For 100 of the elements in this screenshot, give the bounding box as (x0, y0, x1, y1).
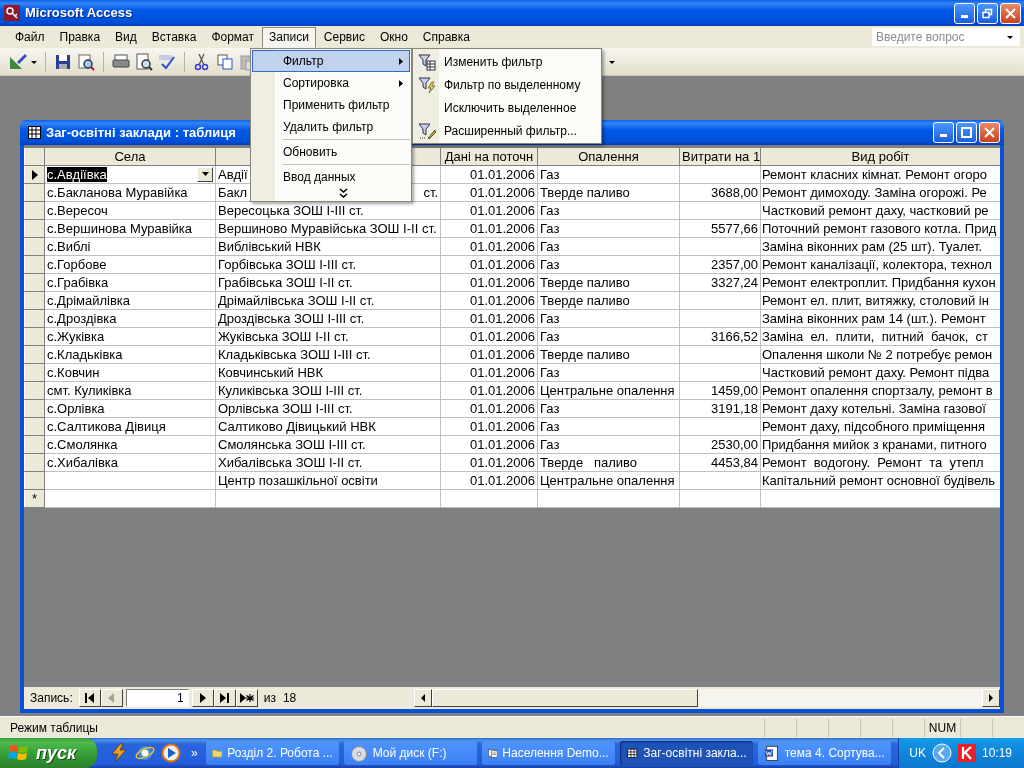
table-cell: 2357,00 (679, 255, 761, 274)
table-cell: 01.01.2006 (440, 255, 538, 274)
minimize-button[interactable] (954, 2, 975, 24)
table-cell: с.Дрімайлівка (44, 291, 216, 310)
table-cell: 01.01.2006 (440, 273, 538, 292)
table-cell: 01.01.2006 (440, 471, 538, 490)
table-cell: 01.01.2006 (440, 453, 538, 472)
menu-item[interactable]: Вставка (144, 26, 204, 48)
column-header[interactable]: Села (44, 147, 216, 166)
menu-item[interactable]: Файл (8, 26, 52, 48)
restore-icon (982, 7, 993, 19)
table-cell: Центральне опалення (537, 471, 680, 490)
menu-item[interactable]: Формат (204, 26, 262, 48)
design-view-icon[interactable] (8, 51, 28, 72)
menu-item[interactable]: Обновить (252, 141, 410, 163)
table-cell: Салтиково Дівицький НВК (215, 417, 441, 436)
table-icon (28, 126, 41, 139)
menu-item[interactable]: Окно (372, 26, 415, 48)
next-record-button[interactable] (191, 689, 214, 707)
table-cell: с.Виблі (44, 237, 216, 256)
table-cell: с.Кладьківка (44, 345, 216, 364)
globe-icon[interactable] (135, 743, 155, 763)
copy-icon[interactable] (215, 51, 235, 72)
column-header[interactable]: Витрати на 1 (679, 147, 761, 166)
play-icon[interactable] (161, 743, 181, 763)
table-cell: с.Смолянка (44, 435, 216, 454)
lightning-icon[interactable] (109, 743, 129, 763)
table-cell: с.Горбове (44, 255, 216, 274)
table-cell: Газ (537, 417, 680, 436)
table-cell: Газ (537, 255, 680, 274)
scroll-left-button[interactable] (414, 689, 432, 707)
help-search-field[interactable]: Введите вопрос (872, 28, 1020, 46)
table-cell: 3327,24 (679, 273, 761, 292)
close-button[interactable] (1000, 2, 1021, 24)
table-cell: с.Грабівка (44, 273, 216, 292)
table-cell: Газ (537, 165, 680, 184)
table-cell: 3166,52 (679, 327, 761, 346)
menu-item[interactable]: Справка (415, 26, 477, 48)
table-cell: с.Салтикова Дівиця (44, 417, 216, 436)
last-record-button[interactable] (213, 689, 236, 707)
language-indicator[interactable]: UK (909, 744, 926, 762)
table-cell: 4453,84 (679, 453, 761, 472)
table-cell: Тверде паливо (537, 345, 680, 364)
scroll-right-button[interactable] (982, 689, 1000, 707)
table-cell: Тверде паливо (537, 183, 680, 202)
record-count-label: из (263, 690, 276, 707)
close-icon (984, 127, 995, 138)
menu-item[interactable]: Вид (108, 26, 144, 48)
menu-item[interactable]: Изменить фильтр (414, 50, 600, 73)
menu-item[interactable]: Записи (262, 26, 316, 48)
submenu-arrow-icon (399, 57, 403, 65)
disc-icon (349, 744, 368, 762)
menu-item[interactable]: Фильтр по выделенному (414, 73, 600, 96)
menu-item[interactable]: Сервис (316, 26, 372, 48)
search-icon[interactable] (76, 51, 96, 72)
cell-text: Бакл (218, 184, 248, 200)
table-cell: с.Ковчин (44, 363, 216, 382)
close-button[interactable] (979, 122, 1000, 143)
menu-item[interactable]: Расширенный фильтр... (414, 119, 600, 142)
new-record-button[interactable] (235, 689, 258, 707)
menu-item[interactable]: Исключить выделенное (414, 96, 600, 119)
column-header[interactable]: Вид робіт (760, 147, 1000, 166)
minimize-icon (940, 134, 947, 137)
expand-icon[interactable] (338, 188, 348, 199)
restore-button[interactable] (977, 2, 998, 24)
table-cell: 01.01.2006 (440, 435, 538, 454)
table-cell: Дроздівська ЗОШ І-ІІІ ст. (215, 309, 441, 328)
menu-item[interactable]: Сортировка (252, 72, 410, 94)
chevron-icon[interactable] (931, 743, 952, 763)
table-cell: Газ (537, 435, 680, 454)
scroll-thumb[interactable] (432, 689, 698, 707)
maximize-button[interactable] (956, 122, 977, 143)
menu-item[interactable]: Применить фильтр (252, 94, 410, 116)
window-title: Заг-освітні заклади : таблиця (46, 123, 236, 142)
table-cell: с.Хибалівка (44, 453, 216, 472)
column-header[interactable]: Опалення (537, 147, 680, 166)
tray-icon[interactable] (957, 744, 976, 762)
table-cell: 01.01.2006 (440, 183, 538, 202)
table-cell: Дрімайлівська ЗОШ І-ІІ ст. (215, 291, 441, 310)
table-cell: 1459,00 (679, 381, 761, 400)
record-number-field[interactable]: 1 (125, 689, 189, 707)
table-cell: 5577,66 (679, 219, 761, 238)
minimize-button[interactable] (933, 122, 954, 143)
table-cell: 01.01.2006 (440, 399, 538, 418)
first-record-button[interactable] (78, 689, 101, 707)
table-cell: с.Дроздівка (44, 309, 216, 328)
more-button[interactable]: » (191, 744, 198, 762)
menu-item[interactable]: Правка (52, 26, 108, 48)
cell-text: ст. (423, 184, 438, 201)
menu-item[interactable]: Фильтр (252, 50, 410, 72)
table-cell: 01.01.2006 (440, 201, 538, 220)
menu-item[interactable]: Удалить фильтр (252, 116, 410, 138)
record-label: Запись: (30, 690, 73, 707)
table-cell: 01.01.2006 (440, 237, 538, 256)
table-cell: Смолянська ЗОШ І-ІІІ ст. (215, 435, 441, 454)
print-preview-icon[interactable] (134, 51, 154, 72)
table-cell: Газ (537, 399, 680, 418)
taskbar-button[interactable]: Заг-освітні закла... (619, 741, 753, 765)
table-cell: Жуківська ЗОШ І-ІІ ст. (215, 327, 441, 346)
column-header[interactable]: Дані на поточн (440, 147, 538, 166)
